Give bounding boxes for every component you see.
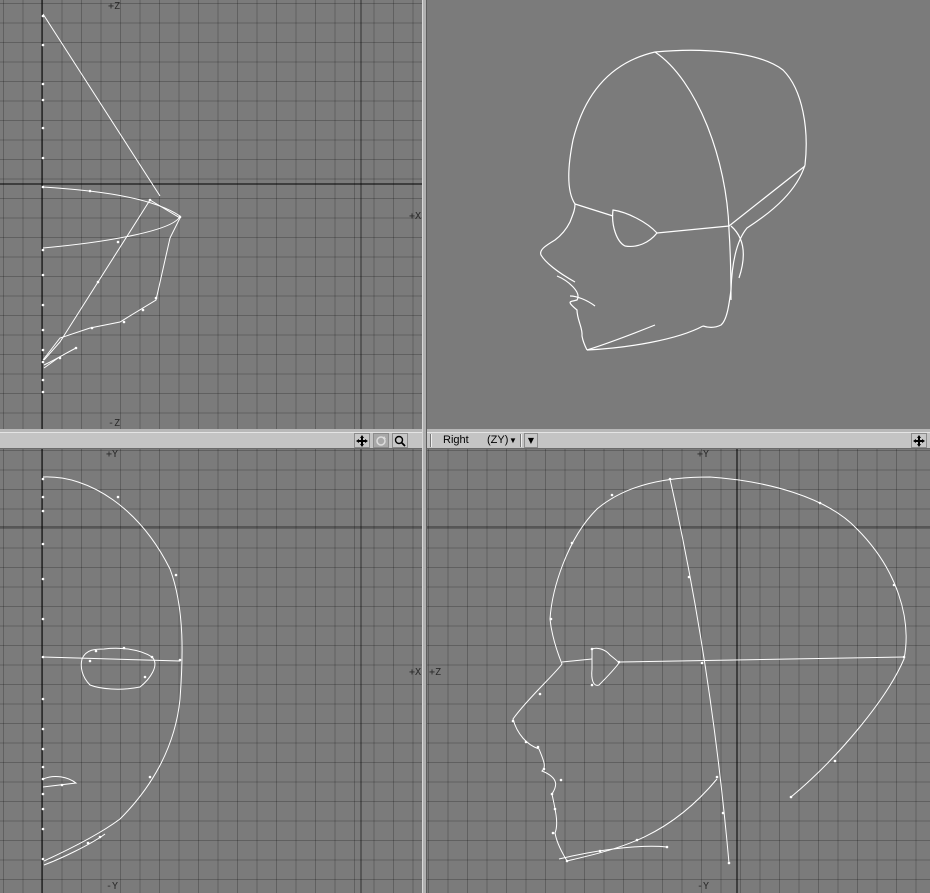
- chevron-down-icon[interactable]: ▼: [524, 433, 538, 448]
- perspective-wireframe: [540, 49, 807, 351]
- perspective-viewport[interactable]: [427, 0, 930, 429]
- toolbar-separator: [430, 434, 432, 447]
- axis-label-plus-z: +Z: [429, 667, 442, 678]
- move-arrows-icon[interactable]: [911, 433, 927, 448]
- axis-label-plus-z: +Z: [108, 1, 121, 12]
- axis-label-plus-y: +Y: [106, 449, 119, 460]
- top-view-wireframe: [0, 0, 422, 429]
- front-viewport-toolbar: [0, 432, 422, 449]
- chevron-down-icon[interactable]: ▼: [509, 433, 517, 448]
- move-arrows-icon[interactable]: [354, 433, 370, 448]
- toolbar-separator: [520, 434, 522, 447]
- right-viewport[interactable]: +Y +Z -Y: [427, 449, 930, 893]
- top-viewport[interactable]: +Z +X -Z: [0, 0, 422, 429]
- front-viewport[interactable]: +Y +X -Y: [0, 449, 422, 893]
- right-viewport-toolbar: Right (ZY) ▼ ▼: [427, 432, 930, 449]
- axis-label-plus-y: +Y: [697, 449, 710, 460]
- view-name-label[interactable]: Right: [443, 433, 469, 448]
- right-view-wireframe: [427, 449, 930, 893]
- rotate-icon[interactable]: [373, 433, 389, 448]
- axis-label-plus-x: +X: [409, 667, 422, 678]
- view-axes-selector[interactable]: (ZY): [487, 433, 508, 448]
- axis-label-minus-y: -Y: [697, 881, 710, 892]
- axis-label-minus-y: -Y: [106, 881, 119, 892]
- axis-label-minus-z: -Z: [108, 418, 121, 429]
- magnifier-icon[interactable]: [392, 433, 408, 448]
- front-view-wireframe: [0, 449, 422, 893]
- axis-label-plus-x: +X: [409, 211, 422, 222]
